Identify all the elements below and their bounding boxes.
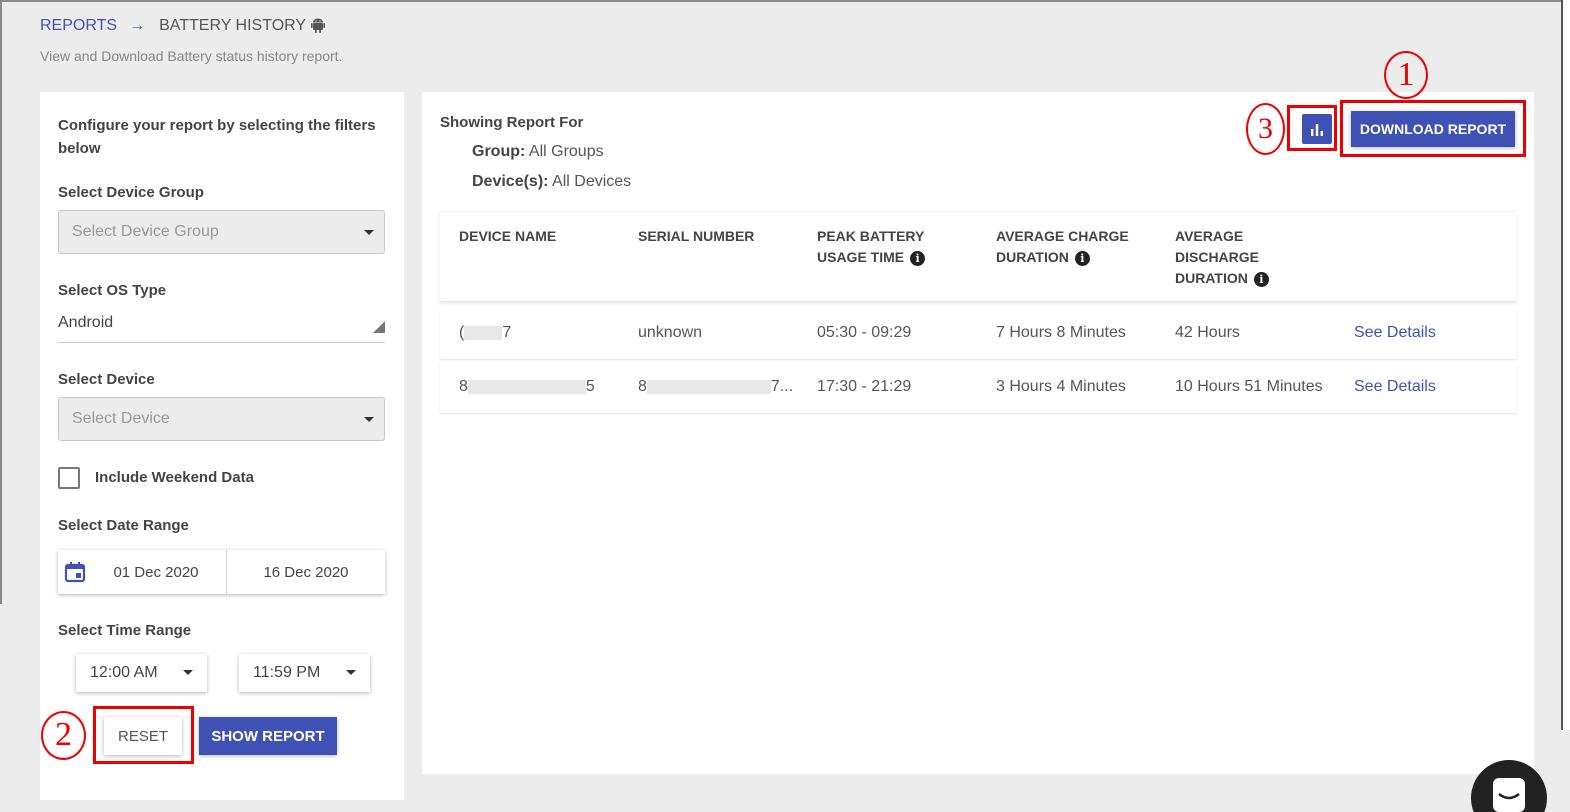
breadcrumb: REPORTS → BATTERY HISTORY bbox=[40, 17, 326, 35]
info-icon[interactable]: i bbox=[1074, 250, 1090, 266]
col-peak-line2: USAGE TIME bbox=[817, 249, 905, 265]
resize-corner-icon bbox=[373, 321, 385, 333]
redacted-block bbox=[467, 379, 586, 394]
weekend-checkbox-label[interactable]: Include Weekend Data bbox=[95, 469, 254, 486]
date-end[interactable]: 16 Dec 2020 bbox=[227, 564, 385, 581]
col-peak-line1: PEAK BATTERY bbox=[817, 228, 925, 244]
device-group-placeholder: Select Device Group bbox=[72, 223, 219, 240]
info-icon[interactable]: i bbox=[910, 250, 926, 266]
col-avg-discharge: AVERAGE DISCHARGE DURATION i bbox=[1175, 226, 1269, 289]
filter-panel: Configure your report by selecting the f… bbox=[40, 92, 404, 800]
report-group: Group: All Groups bbox=[472, 143, 604, 161]
scrollbar[interactable] bbox=[1561, 0, 1570, 730]
chevron-down-icon bbox=[346, 670, 356, 675]
col-charge-line1: AVERAGE CHARGE bbox=[996, 228, 1129, 244]
date-range-picker[interactable]: 01 Dec 2020 16 Dec 2020 bbox=[58, 550, 385, 594]
device-group-label: Select Device Group bbox=[58, 184, 204, 201]
window-top-border bbox=[0, 0, 1570, 2]
device-name-start: 8 bbox=[459, 378, 468, 395]
chat-widget-button[interactable] bbox=[1471, 760, 1547, 812]
group-value: All Groups bbox=[528, 143, 604, 160]
col-peak-battery: PEAK BATTERY USAGE TIME i bbox=[817, 226, 926, 268]
breadcrumb-reports-link[interactable]: REPORTS bbox=[40, 17, 117, 35]
see-details-link[interactable]: See Details bbox=[1354, 324, 1436, 342]
cell-serial: unknown bbox=[638, 324, 703, 341]
device-placeholder: Select Device bbox=[72, 410, 170, 427]
cell-device-name: (7 bbox=[459, 324, 511, 342]
chevron-down-icon bbox=[364, 230, 374, 235]
table-header: DEVICE NAME SERIAL NUMBER PEAK BATTERY U… bbox=[440, 211, 1516, 301]
col-avg-charge: AVERAGE CHARGE DURATION i bbox=[996, 226, 1129, 268]
annotation-circle-1: 1 bbox=[1384, 51, 1428, 99]
device-name-end: 5 bbox=[585, 378, 595, 395]
showing-report-label: Showing Report For bbox=[440, 114, 584, 131]
android-icon bbox=[311, 18, 326, 33]
table-row: 85 8 7... 17:30 - 21:29 3 Hours 4 Minutes… bbox=[440, 363, 1516, 413]
group-key: Group: bbox=[472, 143, 526, 160]
chevron-down-icon bbox=[183, 670, 193, 675]
weekend-checkbox[interactable] bbox=[58, 467, 80, 489]
col-discharge-line3: DURATION bbox=[1175, 270, 1248, 286]
device-label: Select Device bbox=[58, 371, 155, 388]
annotation-circle-3: 3 bbox=[1246, 103, 1285, 155]
annotation-box-chart bbox=[1287, 105, 1337, 151]
col-discharge-line1: AVERAGE bbox=[1175, 228, 1244, 244]
chat-icon bbox=[1493, 778, 1525, 812]
os-type-label: Select OS Type bbox=[58, 282, 167, 299]
window-left-border bbox=[0, 0, 2, 604]
chevron-down-icon bbox=[364, 417, 374, 422]
annotation-box-reset bbox=[93, 706, 194, 764]
col-serial-number: SERIAL NUMBER bbox=[638, 228, 755, 244]
filter-intro: Configure your report by selecting the f… bbox=[58, 117, 376, 157]
devices-value: All Devices bbox=[552, 173, 632, 190]
table-row: (7 unknown 05:30 - 09:29 7 Hours 8 Minut… bbox=[440, 309, 1516, 359]
device-name-end: 7 bbox=[502, 324, 512, 341]
redacted-block bbox=[464, 325, 503, 340]
report-panel: Showing Report For Group: All Groups Dev… bbox=[422, 92, 1534, 774]
time-start-select[interactable]: 12:00 AM bbox=[76, 654, 207, 692]
cell-peak: 17:30 - 21:29 bbox=[817, 378, 912, 395]
report-devices: Device(s): All Devices bbox=[472, 173, 631, 191]
arrow-right-icon: → bbox=[129, 17, 146, 34]
date-start[interactable]: 01 Dec 2020 bbox=[86, 564, 226, 581]
time-end-select[interactable]: 11:59 PM bbox=[239, 654, 370, 692]
col-charge-line2: DURATION bbox=[996, 249, 1069, 265]
see-details-link[interactable]: See Details bbox=[1354, 378, 1436, 396]
devices-key: Device(s): bbox=[472, 173, 549, 190]
col-discharge-line2: DISCHARGE bbox=[1175, 249, 1260, 265]
device-group-select[interactable]: Select Device Group bbox=[58, 210, 385, 254]
col-device-name: DEVICE NAME bbox=[459, 228, 557, 244]
time-range-label: Select Time Range bbox=[58, 622, 192, 639]
cell-discharge: 10 Hours 51 Minutes bbox=[1175, 378, 1323, 395]
serial-start: 8 bbox=[638, 378, 647, 395]
annotation-circle-2: 2 bbox=[41, 711, 86, 760]
cell-peak: 05:30 - 09:29 bbox=[817, 324, 912, 341]
info-icon[interactable]: i bbox=[1253, 271, 1269, 287]
redacted-block bbox=[646, 379, 771, 394]
breadcrumb-current: BATTERY HISTORY bbox=[159, 17, 307, 34]
page-subtitle: View and Download Battery status history… bbox=[40, 48, 343, 64]
cell-charge: 7 Hours 8 Minutes bbox=[996, 324, 1126, 341]
os-type-select[interactable]: Android bbox=[58, 314, 113, 332]
show-report-button[interactable]: SHOW REPORT bbox=[199, 717, 337, 755]
cell-serial: 8 7... bbox=[638, 378, 793, 396]
device-select[interactable]: Select Device bbox=[58, 397, 385, 441]
serial-end: 7... bbox=[770, 378, 794, 395]
time-start-value: 12:00 AM bbox=[90, 664, 158, 681]
date-range-label: Select Date Range bbox=[58, 517, 189, 534]
cell-charge: 3 Hours 4 Minutes bbox=[996, 378, 1126, 395]
cell-device-name: 85 bbox=[459, 378, 595, 396]
calendar-icon bbox=[64, 562, 86, 583]
time-end-value: 11:59 PM bbox=[253, 664, 321, 681]
report-table: DEVICE NAME SERIAL NUMBER PEAK BATTERY U… bbox=[440, 211, 1516, 413]
cell-discharge: 42 Hours bbox=[1175, 324, 1240, 341]
os-type-underline bbox=[58, 342, 385, 343]
annotation-box-download bbox=[1340, 100, 1526, 157]
